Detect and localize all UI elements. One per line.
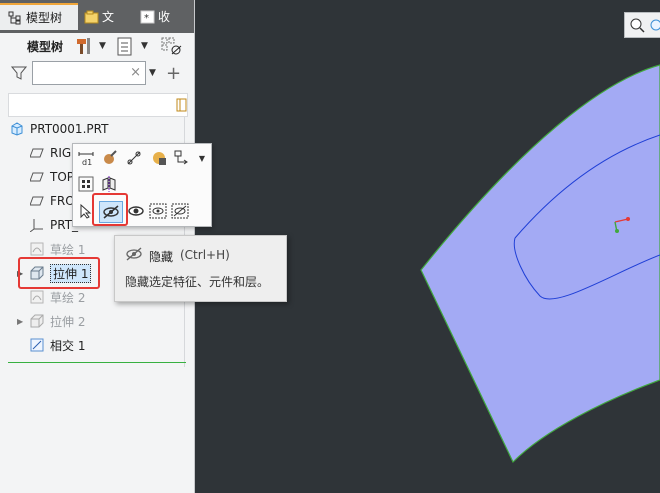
tab-label: 文 xyxy=(102,10,115,24)
appearance-icon[interactable] xyxy=(100,149,118,167)
panel-tabs: 模型树 文 * 收 xyxy=(0,0,194,33)
tab-label: 收 xyxy=(158,10,171,24)
expand-arrow-icon[interactable]: ▶ xyxy=(17,317,30,326)
tree-item-csys[interactable]: PRT_ xyxy=(29,215,78,235)
chevron-down-icon[interactable]: ▼ xyxy=(193,149,211,167)
hide-button-highlight xyxy=(92,193,128,226)
tree-item-right-plane[interactable]: RIG xyxy=(29,143,72,163)
tree-item-top-plane[interactable]: TOP xyxy=(29,167,75,187)
dimension-icon[interactable]: d1 xyxy=(77,149,95,167)
part-icon xyxy=(10,122,24,136)
view-toolbar xyxy=(624,12,660,38)
add-icon[interactable]: + xyxy=(166,63,181,84)
tree-item-label: 拉伸 2 xyxy=(50,314,86,329)
hide-icon xyxy=(125,246,143,262)
orient-icon[interactable] xyxy=(649,18,660,32)
intersect-icon xyxy=(30,338,44,352)
search-input[interactable]: × xyxy=(32,61,146,85)
sketch-link-icon[interactable] xyxy=(125,149,143,167)
highlight-box xyxy=(18,257,100,289)
plane-icon xyxy=(29,194,44,208)
tooltip-shortcut: (Ctrl+H) xyxy=(180,248,230,262)
svg-text:d1: d1 xyxy=(82,158,92,166)
tree-header xyxy=(8,93,188,117)
svg-text:*: * xyxy=(144,13,149,24)
tab-favorites[interactable]: * 收 xyxy=(140,3,170,30)
folder-icon xyxy=(84,10,99,24)
model-tree-icon xyxy=(8,11,22,25)
tree-root[interactable]: PRT0001.PRT xyxy=(10,119,108,139)
chevron-down-icon[interactable]: ▼ xyxy=(149,68,156,78)
pattern-icon[interactable] xyxy=(77,175,95,193)
extrude-icon xyxy=(30,314,44,328)
hide-tooltip: 隐藏 (Ctrl+H) 隐藏选定特征、元件和层。 xyxy=(114,235,287,302)
show-icon[interactable] xyxy=(127,202,145,220)
tree-item-label: 草绘 1 xyxy=(50,242,86,257)
settings-icon[interactable] xyxy=(116,37,134,57)
tab-model-tree[interactable]: 模型树 xyxy=(0,3,78,30)
hide-others-icon[interactable] xyxy=(171,202,189,220)
tree-item-label: 草绘 2 xyxy=(50,290,86,305)
tab-files[interactable]: 文 xyxy=(84,3,114,30)
plane-icon xyxy=(29,170,44,184)
sketch-icon xyxy=(30,290,44,304)
filter-icon[interactable] xyxy=(10,65,28,81)
columns-icon[interactable] xyxy=(160,36,184,58)
tree-item-sketch-1[interactable]: 草绘 1 xyxy=(30,239,85,259)
show-only-icon[interactable] xyxy=(149,202,167,220)
favorites-icon: * xyxy=(140,10,155,24)
shading-icon[interactable] xyxy=(150,149,168,167)
sketch-icon xyxy=(30,242,44,256)
clear-search-button[interactable]: × xyxy=(130,65,141,80)
chevron-down-icon[interactable]: ▼ xyxy=(99,41,106,51)
csys-icon xyxy=(29,218,44,233)
tree-column-icon[interactable] xyxy=(176,98,188,112)
tree-item-label: RIG xyxy=(50,146,72,160)
tooltip-description: 隐藏选定特征、元件和层。 xyxy=(125,275,270,289)
hammer-icon[interactable] xyxy=(74,36,94,56)
tree-item-sketch-2[interactable]: 草绘 2 xyxy=(30,287,85,307)
mirror-icon[interactable] xyxy=(100,175,118,193)
tree-item-label: TOP xyxy=(50,170,75,184)
reference-icon[interactable] xyxy=(173,149,191,167)
tree-item-label: 相交 1 xyxy=(50,338,86,353)
tree-item-intersect-1[interactable]: 相交 1 xyxy=(30,335,85,355)
model-tree-label: 模型树 xyxy=(27,40,64,54)
tooltip-title: 隐藏 xyxy=(149,250,174,264)
tree-root-label: PRT0001.PRT xyxy=(30,122,109,136)
chevron-down-icon[interactable]: ▼ xyxy=(141,41,148,51)
tree-item-label: FRO xyxy=(50,194,75,208)
plane-icon xyxy=(29,146,44,160)
tree-item-extrude-2[interactable]: ▶ 拉伸 2 xyxy=(17,311,85,331)
zoom-icon[interactable] xyxy=(629,17,645,33)
tree-item-front-plane[interactable]: FRO xyxy=(29,191,75,211)
insert-indicator xyxy=(8,362,186,363)
tab-label: 模型树 xyxy=(26,11,63,25)
